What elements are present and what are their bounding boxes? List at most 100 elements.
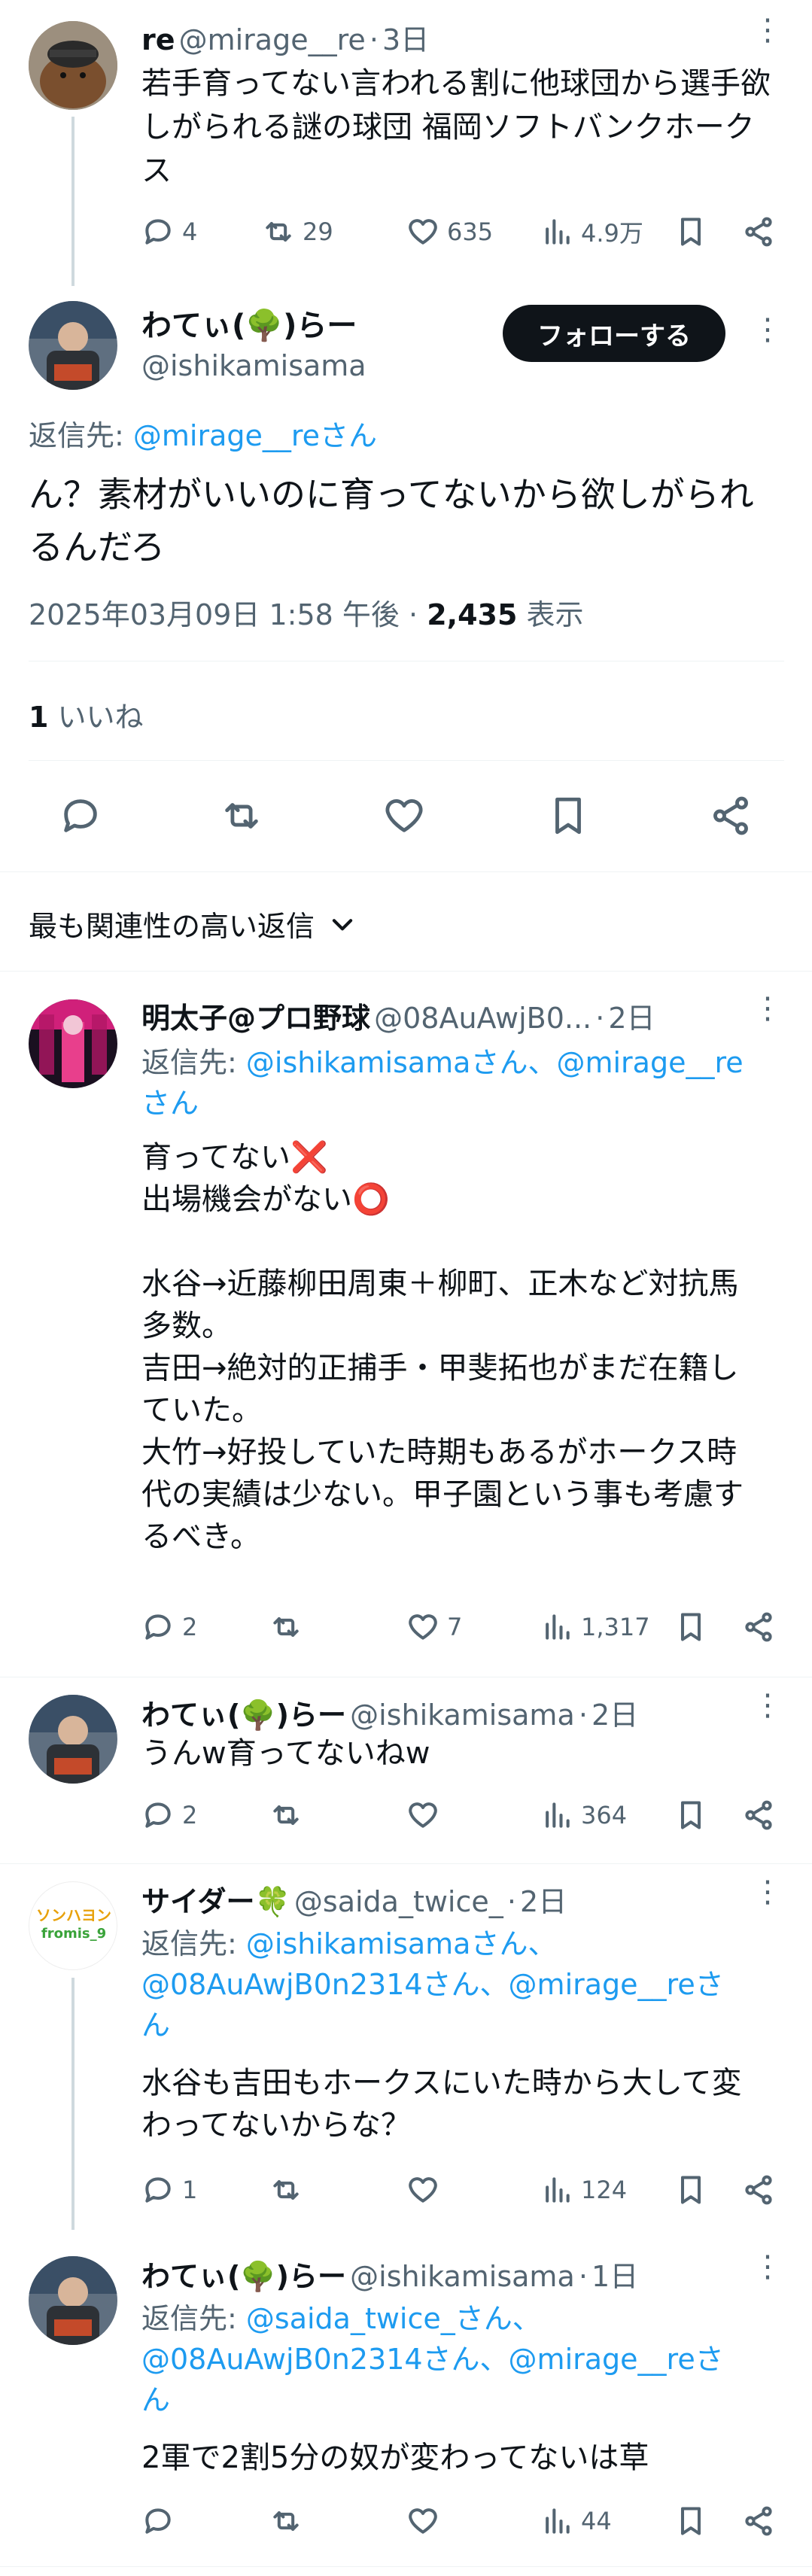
reply-to-link[interactable]: @ishikamisamaさん、@mirage__re — [246, 1046, 744, 1079]
author-name[interactable]: わてぃ(🌳)らー — [141, 301, 366, 345]
tweet-text: ん？素材がいいのに育ってないから欲しがられるんだろ — [29, 474, 754, 567]
likes-label: いいね — [57, 701, 144, 734]
repost-button[interactable] — [269, 1604, 310, 1650]
avatar[interactable] — [29, 2256, 117, 2345]
reply-to-link[interactable]: @mirage__reさん — [133, 419, 377, 452]
like-count: 7 — [447, 1613, 463, 1641]
author-handle[interactable]: @08AuAwjB0... — [374, 1002, 592, 1035]
avatar[interactable]: ソンハヨン fromis_9 — [29, 1881, 117, 1970]
author-name[interactable]: サイダー🍀 — [141, 1885, 290, 1918]
share-icon[interactable] — [709, 794, 753, 838]
like-button[interactable]: 7 — [406, 1604, 462, 1650]
like-button[interactable]: 635 — [406, 209, 493, 254]
reply-button[interactable]: 4 — [141, 209, 197, 254]
views-count: 124 — [581, 2176, 628, 2204]
reply-to-link[interactable]: さん — [141, 1083, 781, 1124]
reply-button[interactable]: 2 — [141, 1793, 197, 1838]
reply-to-prefix: 返信先: — [141, 2302, 246, 2335]
more-options-icon[interactable]: ⋮ — [753, 993, 783, 1023]
author-handle[interactable]: @ishikamisama — [350, 1699, 575, 1732]
avatar[interactable] — [29, 999, 117, 1088]
tweet-text: 育ってない❌ 出場機会がない⭕ 水谷→近藤柳田周東＋柳町、正木など対抗馬多数。 … — [141, 1140, 744, 1554]
post-time[interactable]: 2日 — [608, 1002, 655, 1035]
thread-line — [71, 117, 75, 286]
like-button[interactable] — [406, 2498, 447, 2544]
reply-to-link[interactable]: @saida_twice_さん、 — [246, 2302, 541, 2335]
like-button[interactable] — [406, 1793, 447, 1838]
avatar-text: fromis_9 — [41, 1926, 107, 1942]
follow-button[interactable]: フォローする — [503, 305, 725, 362]
bookmark-icon[interactable] — [546, 794, 590, 838]
heart-icon — [409, 2177, 437, 2203]
avatar[interactable] — [29, 301, 117, 390]
reply-to-link[interactable]: ん — [141, 2005, 781, 2045]
bookmark-button[interactable] — [674, 2167, 707, 2213]
share-icon — [745, 2506, 772, 2536]
reply-count: 4 — [182, 217, 198, 246]
post-timestamp[interactable]: 2025年03月09日 1:58 午後 — [29, 598, 400, 631]
bookmark-button[interactable] — [674, 209, 707, 254]
reply-sort-dropdown[interactable]: 最も関連性の高い返信 — [29, 903, 357, 944]
views-button[interactable]: 124 — [540, 2167, 627, 2213]
share-button[interactable] — [742, 1604, 775, 1650]
heart-icon[interactable] — [382, 794, 426, 838]
more-options-icon[interactable]: ⋮ — [753, 315, 783, 345]
post-time[interactable]: 2日 — [520, 1885, 567, 1918]
views-count: 1,317 — [581, 1613, 650, 1641]
repost-icon — [273, 2511, 299, 2532]
reply-to-link[interactable]: @ishikamisamaさん、 — [246, 1927, 557, 1960]
repost-button[interactable] — [269, 2167, 310, 2213]
views-button[interactable]: 44 — [540, 2498, 612, 2544]
share-button[interactable] — [742, 2498, 775, 2544]
share-button[interactable] — [742, 2167, 775, 2213]
author-name[interactable]: 明太子@プロ野球 — [141, 1002, 370, 1035]
views-button[interactable]: 1,317 — [540, 1604, 650, 1650]
bookmark-button[interactable] — [674, 1604, 707, 1650]
avatar[interactable] — [29, 1695, 117, 1784]
views-button[interactable]: 4.9万 — [540, 209, 643, 254]
author-name[interactable]: re — [141, 23, 175, 56]
repost-button[interactable]: 29 — [262, 209, 333, 254]
repost-button[interactable] — [269, 2498, 310, 2544]
reply-to-link[interactable]: @08AuAwjB0n2314さん、@mirage__reさ — [141, 2339, 781, 2380]
more-options-icon[interactable]: ⋮ — [753, 2252, 783, 2282]
avatar-text: ソンハヨン — [36, 1906, 111, 1924]
author-handle[interactable]: @ishikamisama — [141, 349, 366, 382]
share-button[interactable] — [742, 209, 775, 254]
bookmark-button[interactable] — [674, 1793, 707, 1838]
views-count: 4.9万 — [581, 219, 643, 248]
reply-to-link[interactable]: @08AuAwjB0n2314さん、@mirage__reさ — [141, 1964, 781, 2005]
repost-icon[interactable] — [220, 794, 263, 838]
reply-to-prefix: 返信先: — [141, 1046, 246, 1079]
reply-to-link[interactable]: ん — [141, 2380, 781, 2420]
share-button[interactable] — [742, 1793, 775, 1838]
author-handle[interactable]: @mirage__re — [179, 23, 366, 56]
author-name[interactable]: わてぃ(🌳)らー — [141, 2260, 346, 2293]
more-options-icon[interactable]: ⋮ — [753, 1690, 783, 1720]
avatar[interactable] — [29, 21, 117, 110]
like-button[interactable] — [406, 2167, 447, 2213]
bookmark-button[interactable] — [674, 2498, 707, 2544]
reply-button[interactable]: 2 — [141, 1604, 197, 1650]
action-bar: 2 364 — [141, 1793, 789, 1838]
likes-summary[interactable]: 1 いいね — [29, 694, 144, 735]
tweet-text: 2軍で2割5分の奴が変わってないは草 — [141, 2441, 649, 2475]
reply-icon[interactable] — [59, 794, 102, 838]
more-options-icon[interactable]: ⋮ — [753, 1877, 783, 1907]
chevron-down-icon — [332, 918, 353, 930]
repost-button[interactable] — [269, 1793, 310, 1838]
post-time[interactable]: 2日 — [592, 1699, 638, 1732]
post-time[interactable]: 3日 — [382, 23, 429, 56]
views-button[interactable]: 364 — [540, 1793, 627, 1838]
more-options-icon[interactable]: ⋮ — [753, 15, 783, 45]
heart-icon — [409, 1614, 437, 1640]
bookmark-icon — [680, 2176, 701, 2204]
author-handle[interactable]: @ishikamisama — [350, 2260, 575, 2293]
author-handle[interactable]: @saida_twice_ — [294, 1885, 503, 1918]
action-bar: 4 29 635 4.9万 — [141, 209, 789, 254]
reply-button[interactable] — [141, 2498, 182, 2544]
like-count: 635 — [447, 217, 494, 246]
reply-button[interactable]: 1 — [141, 2167, 197, 2213]
post-time[interactable]: 1日 — [592, 2260, 638, 2293]
author-name[interactable]: わてぃ(🌳)らー — [141, 1699, 346, 1732]
